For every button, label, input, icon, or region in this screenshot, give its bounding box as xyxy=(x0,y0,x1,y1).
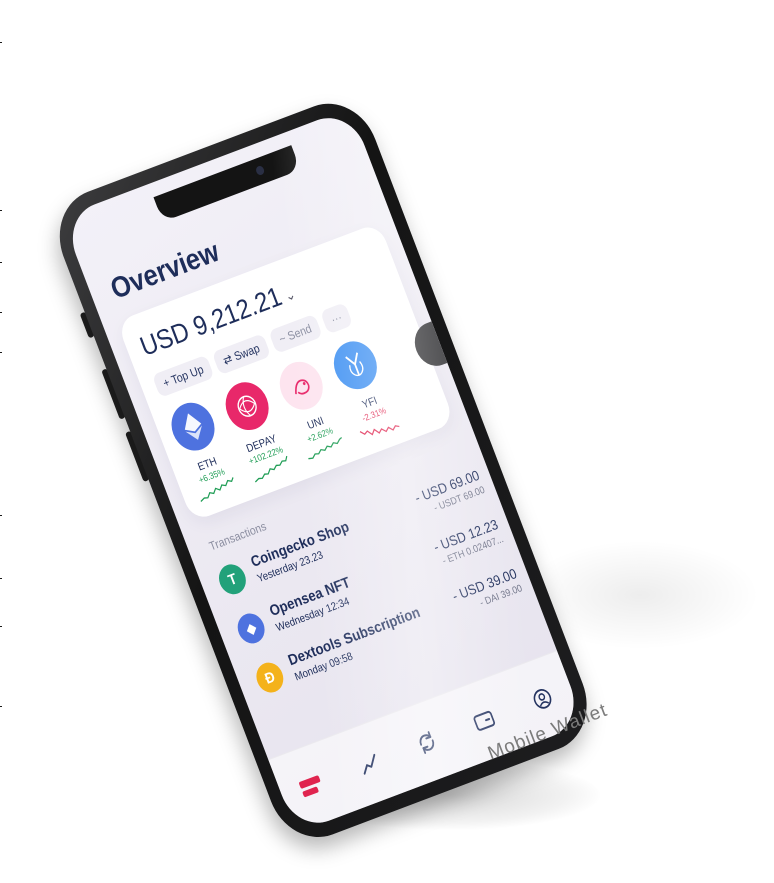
tab-wallet[interactable] xyxy=(465,699,505,742)
cards-icon xyxy=(299,775,321,797)
uniswap-icon xyxy=(272,355,330,416)
tab-swap[interactable] xyxy=(407,721,447,764)
profile-icon xyxy=(533,689,552,709)
edge-mark xyxy=(0,578,2,579)
tab-profile[interactable] xyxy=(522,678,562,721)
send-button[interactable]: ~ Send xyxy=(267,313,323,354)
edge-mark xyxy=(0,352,2,353)
edge-mark xyxy=(0,626,2,627)
ethereum-icon: ◆ xyxy=(233,609,269,648)
edge-mark xyxy=(0,312,2,313)
edge-mark xyxy=(0,706,2,707)
chart-line-icon xyxy=(363,753,375,775)
tab-markets[interactable] xyxy=(349,743,389,786)
wallet-icon xyxy=(473,710,496,731)
top-up-button[interactable]: + Top Up xyxy=(151,354,215,398)
edge-mark xyxy=(0,42,2,43)
camera-icon xyxy=(254,164,266,177)
tab-overview[interactable] xyxy=(291,765,331,808)
ethereum-icon xyxy=(164,396,222,457)
phone-notch xyxy=(153,145,301,222)
yearn-icon xyxy=(327,335,384,396)
edge-mark xyxy=(0,210,2,211)
edge-mark xyxy=(0,515,2,516)
tether-icon: T xyxy=(214,560,251,599)
swap-button[interactable]: ⇄ Swap xyxy=(211,333,271,376)
edge-mark xyxy=(0,262,2,263)
refresh-icon xyxy=(419,731,435,754)
more-button[interactable]: ··· xyxy=(319,302,354,335)
dai-icon: Ð xyxy=(252,658,288,697)
depay-icon xyxy=(218,376,276,437)
chevron-down-icon[interactable]: ⌄ xyxy=(282,285,298,305)
